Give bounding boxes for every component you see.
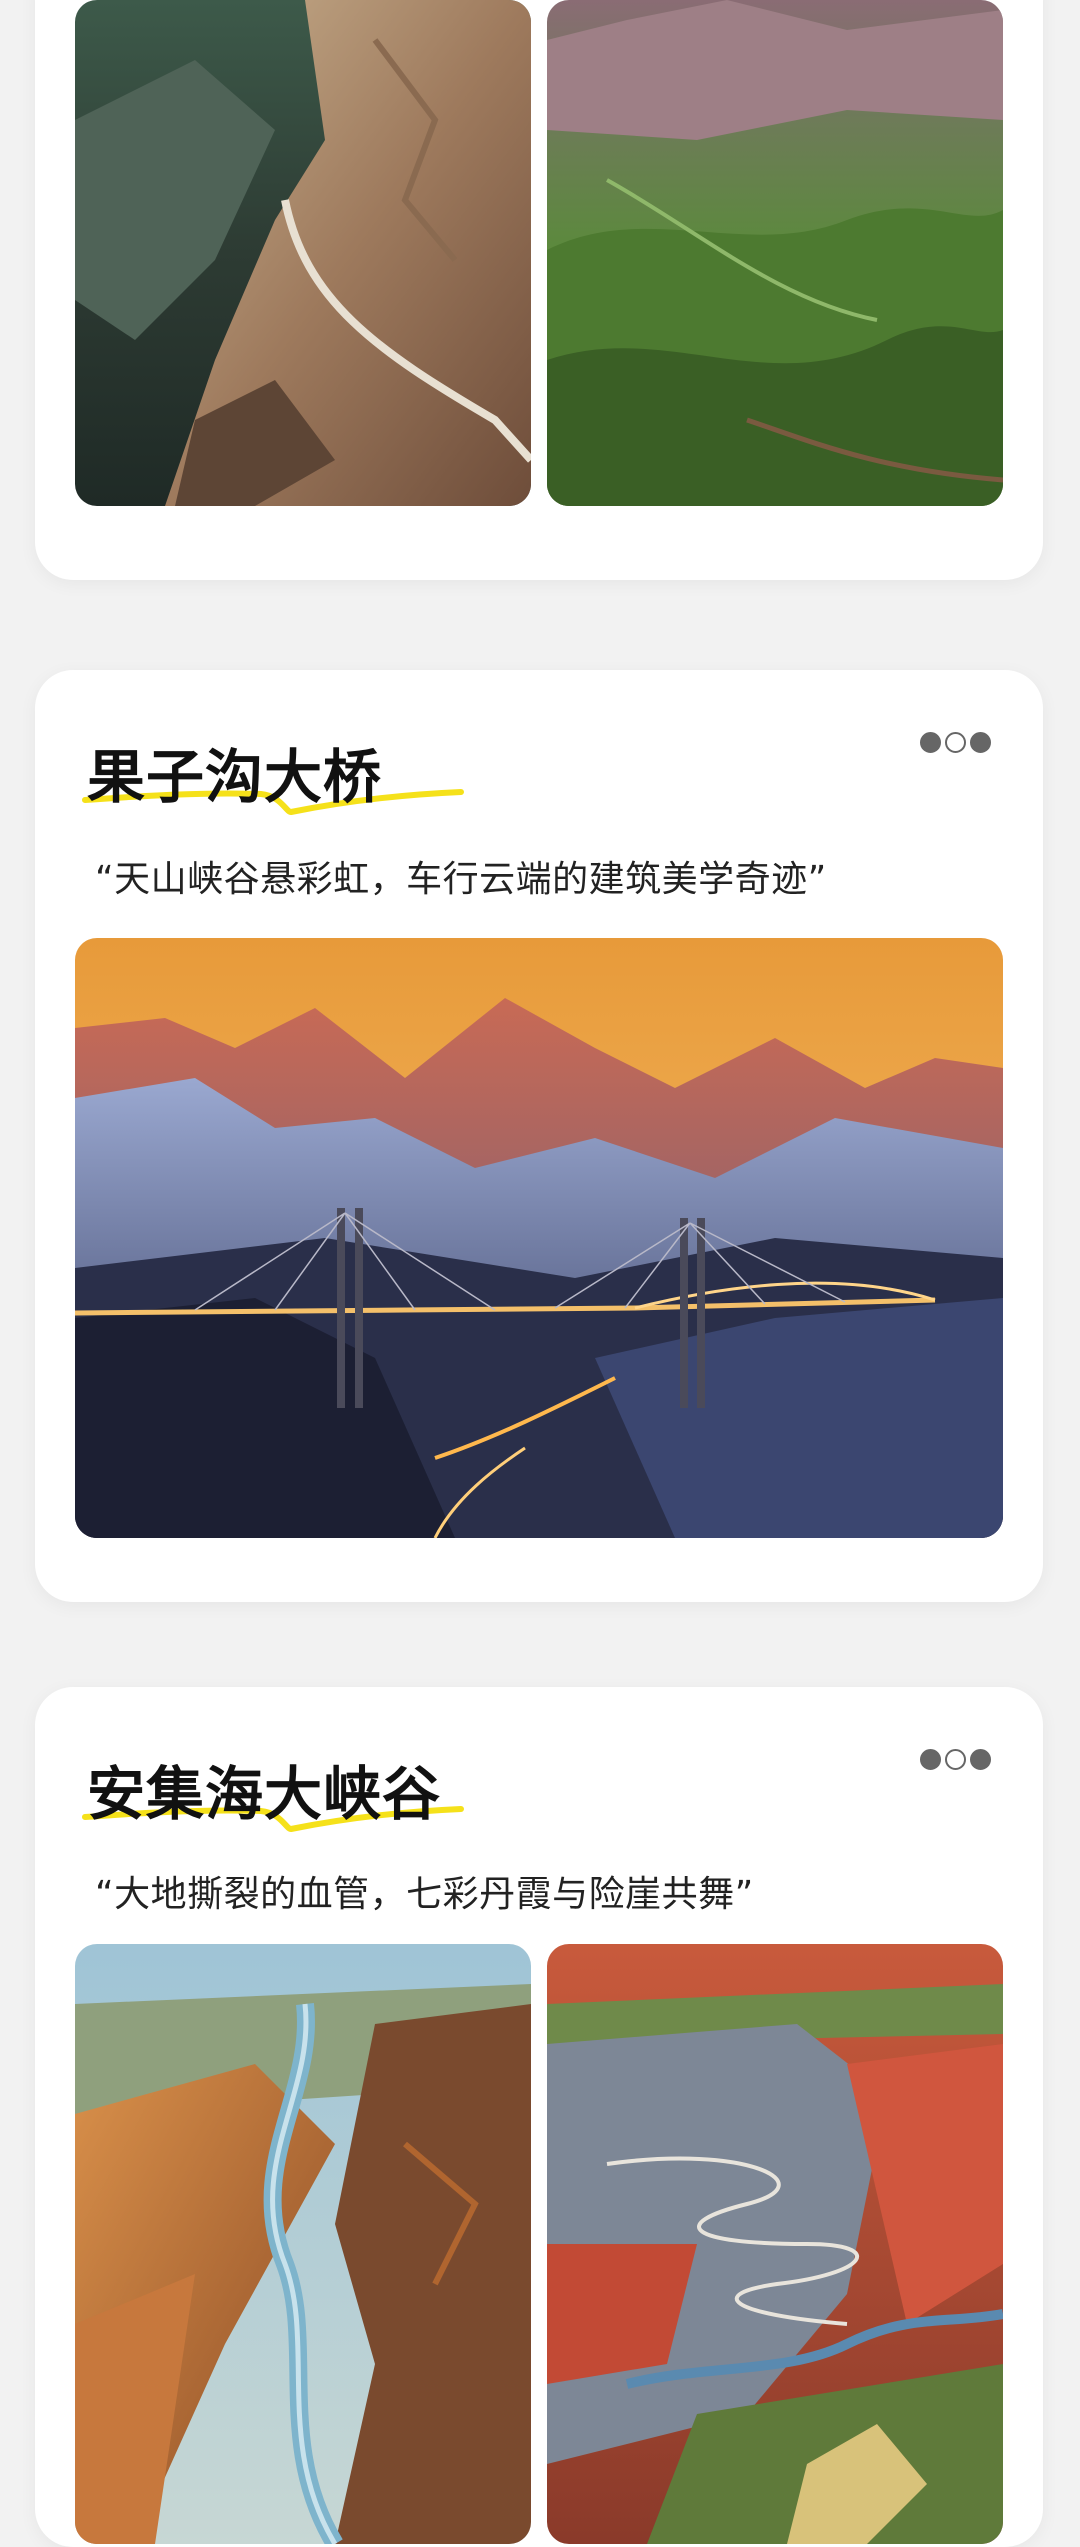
river-canyon-image [75, 1944, 531, 2544]
card-3-image-right[interactable] [547, 1944, 1003, 2544]
card-2-title-block: 果子沟大桥 [82, 730, 464, 816]
pager-dot[interactable] [970, 1749, 991, 1770]
card-3-quote: “大地撕裂的血管，七彩丹霞与险崖共舞” [95, 1874, 754, 1915]
pager-dot[interactable] [920, 1749, 941, 1770]
card-3-image-left[interactable] [75, 1944, 531, 2544]
card-2-image[interactable] [75, 938, 1003, 1538]
card-1-image-left[interactable] [75, 0, 531, 506]
card-2-title: 果子沟大桥 [87, 743, 383, 811]
cliff-road-image [75, 0, 531, 506]
attraction-card-2: 果子沟大桥 “天山峡谷悬彩虹，车行云端的建筑美学奇迹” [35, 670, 1043, 1602]
pager-dot-active[interactable] [945, 1749, 966, 1770]
pager-dot[interactable] [920, 732, 941, 753]
red-canyon-road-image [547, 1944, 1003, 2544]
card-2-pager[interactable] [920, 732, 991, 753]
pager-dot-active[interactable] [945, 732, 966, 753]
attraction-card-3: 安集海大峡谷 “大地撕裂的血管，七彩丹霞与险崖共舞” [35, 1687, 1043, 2547]
card-2-quote: “天山峡谷悬彩虹，车行云端的建筑美学奇迹” [95, 859, 827, 900]
pager-dot[interactable] [970, 732, 991, 753]
bridge-image [75, 938, 1003, 1538]
card-1-image-right[interactable] [547, 0, 1003, 506]
attraction-card-1 [35, 0, 1043, 580]
card-3-title: 安集海大峡谷 [87, 1760, 442, 1828]
card-3-pager[interactable] [920, 1749, 991, 1770]
green-valley-image [547, 0, 1003, 506]
card-3-title-block: 安集海大峡谷 [82, 1747, 464, 1833]
